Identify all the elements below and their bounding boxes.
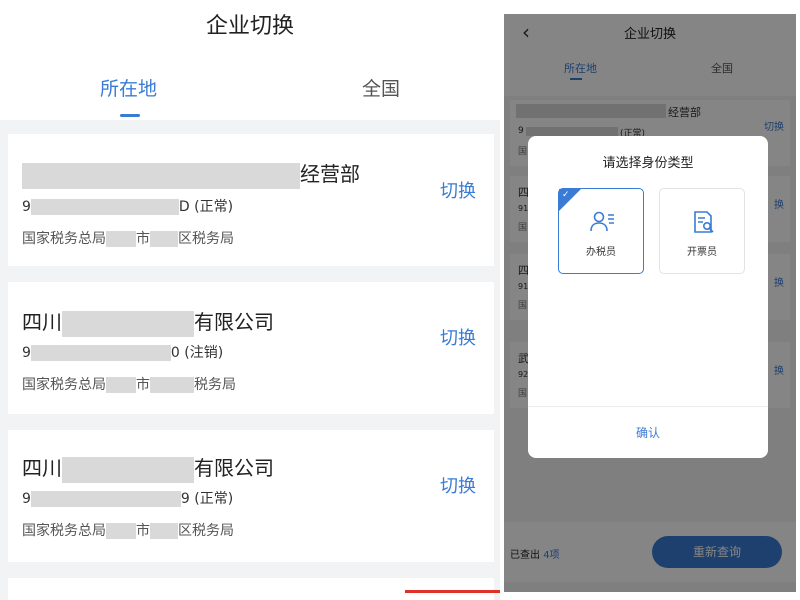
switch-button[interactable]: 切换 [440, 177, 476, 203]
redacted-block [150, 377, 194, 393]
red-accent-line [405, 590, 500, 593]
option-label: 开票员 [687, 247, 717, 258]
tax-office: 国家税务总局市区税务局 [22, 523, 234, 539]
page-title: 企业切换 [205, 14, 294, 39]
tax-office: 国家税务总局市税务局 [22, 377, 236, 393]
redacted-block [62, 310, 194, 337]
check-icon: ✓ [562, 190, 570, 200]
page-header: 企业切换 所在地 全国 [0, 0, 500, 120]
redacted-block [106, 523, 136, 539]
company-card: 经营部 9D (正常) 国家税务总局市区税务局 切换 [8, 134, 494, 266]
tab-national[interactable]: 全国 [362, 74, 400, 101]
redacted-block [150, 231, 178, 247]
credit-code: 99 (正常) [22, 491, 234, 507]
redacted-block [106, 231, 136, 247]
option-tax-officer[interactable]: ✓ 办税员 [558, 188, 644, 274]
company-name: 经营部 [22, 158, 360, 189]
redacted-block [30, 345, 171, 361]
dialog-title: 请选择身份类型 [602, 156, 694, 171]
credit-code: 9D (正常) [22, 199, 234, 215]
invoice-clerk-icon [694, 211, 714, 233]
active-tab-indicator [120, 114, 140, 117]
switch-button[interactable]: 切换 [440, 472, 476, 498]
option-label: 办税员 [586, 247, 616, 258]
company-name: 四川 有限公司 [22, 306, 274, 337]
tab-local[interactable]: 所在地 [100, 74, 157, 101]
tax-office: 国家税务总局市区税务局 [22, 231, 234, 247]
option-invoice-clerk[interactable]: 开票员 [659, 188, 745, 274]
company-switch-page: 企业切换 所在地 全国 经营部 9D (正常) 国家税务总局市区税务局 切换 四… [0, 0, 500, 600]
redacted-block [106, 377, 136, 393]
company-name: 四川 有限公司 [22, 452, 274, 483]
company-card: 四川 有限公司 99 (正常) 国家税务总局市区税务局 切换 [8, 430, 494, 562]
credit-code: 90 (注销) [22, 345, 224, 361]
redacted-block [62, 456, 194, 483]
confirm-button[interactable]: 确认 [528, 424, 768, 441]
divider [528, 406, 768, 407]
identity-dialog-screen: ‹ 企业切换 所在地 全国 经营部 9 (正常) 国 切换 四 91 国 换 四… [504, 14, 796, 592]
screenshot-stage: 企业切换 所在地 全国 经营部 9D (正常) 国家税务总局市区税务局 切换 四… [0, 0, 800, 600]
company-card: 四川 有限公司 90 (注销) 国家税务总局市税务局 切换 [8, 282, 494, 414]
identity-type-dialog: 请选择身份类型 ✓ 办税员 开票员 确认 [528, 136, 768, 458]
company-card-partial [8, 578, 494, 600]
redacted-block [30, 199, 179, 215]
redacted-block [22, 162, 300, 189]
redacted-block [150, 523, 178, 539]
switch-button[interactable]: 切换 [440, 324, 476, 350]
tax-officer-icon [590, 211, 614, 232]
redacted-block [30, 491, 181, 507]
